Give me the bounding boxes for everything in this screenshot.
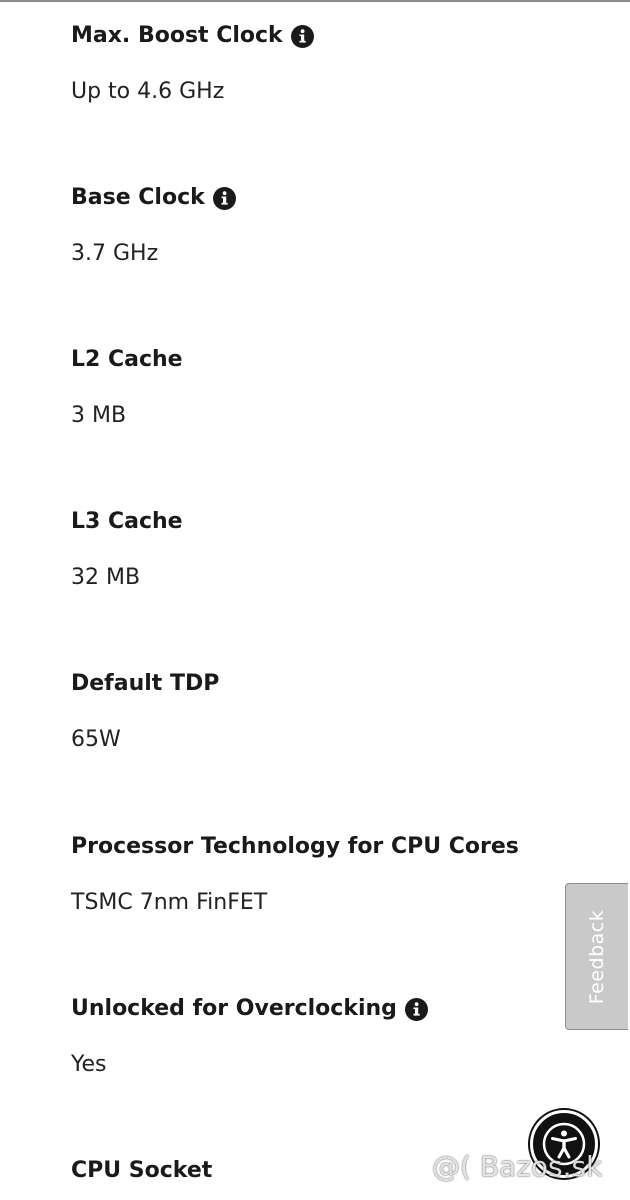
spec-base-clock: Base Clock 3.7 GHz [71, 184, 551, 266]
spec-label: L3 Cache [71, 509, 183, 534]
top-divider [0, 0, 630, 2]
spec-cpu-socket: CPU Socket [71, 1157, 551, 1185]
spec-value: TSMC 7nm FinFET [71, 890, 268, 915]
spec-unlocked-overclocking: Unlocked for Overclocking Yes [71, 995, 551, 1077]
spec-l3-cache: L3 Cache 32 MB [71, 508, 551, 590]
spec-max-boost-clock: Max. Boost Clock Up to 4.6 GHz [71, 22, 551, 104]
spec-value: Yes [71, 1052, 107, 1077]
spec-label: CPU Socket [71, 1158, 213, 1183]
spec-label: Default TDP [71, 671, 220, 696]
spec-default-tdp: Default TDP 65W [71, 670, 551, 752]
accessibility-person-icon [542, 1122, 586, 1166]
spec-value: Up to 4.6 GHz [71, 79, 225, 104]
spec-l2-cache: L2 Cache 3 MB [71, 346, 551, 428]
info-icon[interactable] [290, 24, 314, 48]
info-icon[interactable] [212, 186, 236, 210]
accessibility-button[interactable] [530, 1110, 598, 1178]
spec-value: 3 MB [71, 403, 127, 428]
spec-label: Max. Boost Clock [71, 23, 283, 48]
spec-label: L2 Cache [71, 347, 183, 372]
feedback-label: Feedback [586, 909, 608, 1004]
spec-label: Unlocked for Overclocking [71, 996, 397, 1021]
spec-value: 65W [71, 727, 121, 752]
feedback-tab[interactable]: Feedback [565, 883, 628, 1030]
spec-processor-technology: Processor Technology for CPU Cores TSMC … [71, 833, 551, 915]
spec-value: 32 MB [71, 565, 141, 590]
info-icon[interactable] [404, 997, 428, 1021]
spec-label: Base Clock [71, 185, 205, 210]
spec-label: Processor Technology for CPU Cores [71, 834, 519, 859]
spec-value: 3.7 GHz [71, 241, 159, 266]
